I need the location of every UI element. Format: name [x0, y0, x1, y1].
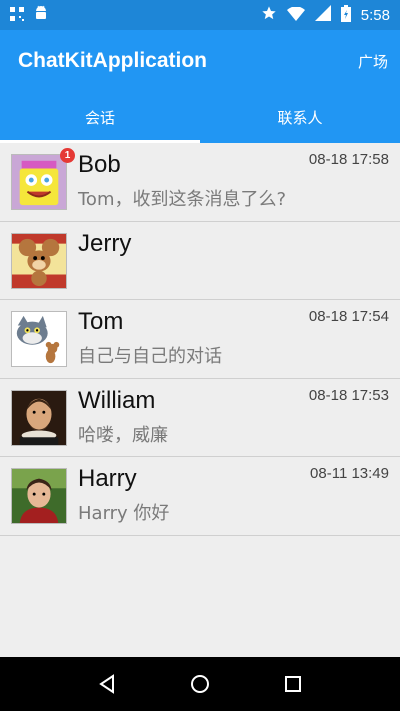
contact-name: Jerry — [78, 229, 132, 257]
qr-icon — [10, 6, 24, 25]
home-button[interactable] — [180, 664, 220, 704]
app-bar: ChatKitApplication 广场 — [0, 30, 400, 92]
contact-name: Bob — [78, 151, 121, 178]
tab-bar: 会话 联系人 — [0, 92, 400, 143]
system-nav-bar — [0, 657, 400, 711]
conversation-row-harry[interactable]: Harry 08-11 13:49 Harry 你好 — [0, 457, 400, 536]
recents-button[interactable] — [273, 664, 313, 704]
message-time: 08-18 17:53 — [308, 386, 389, 404]
unread-badge: 1 — [60, 148, 75, 163]
message-preview: Harry 你好 — [78, 503, 170, 524]
back-button[interactable] — [87, 664, 127, 704]
status-time: 5:58 — [360, 6, 390, 24]
tab-label: 联系人 — [277, 109, 323, 127]
conversation-row-tom[interactable]: Tom 08-18 17:54 自己与自己的对话 — [0, 300, 400, 379]
plaza-button[interactable]: 广场 — [358, 51, 388, 72]
message-preview: 自己与自己的对话 — [78, 346, 222, 367]
battery-icon — [340, 4, 351, 26]
contact-name: William — [78, 386, 156, 414]
star-icon — [261, 5, 277, 25]
recents-icon — [285, 676, 302, 692]
app-title: ChatKitApplication — [18, 49, 207, 72]
message-preview: 哈喽，威廉 — [78, 424, 168, 446]
william-avatar — [11, 389, 67, 446]
contact-name: Harry — [78, 465, 137, 492]
status-bar: 5:58 — [0, 0, 400, 30]
conversation-row-jerry[interactable]: Jerry — [0, 221, 400, 300]
message-preview: Tom，收到这条消息了么? — [78, 189, 287, 210]
tom-avatar — [11, 311, 67, 367]
harry-avatar — [11, 468, 67, 524]
contact-name: Tom — [78, 308, 124, 335]
back-icon — [98, 674, 114, 694]
wifi-icon — [286, 5, 305, 25]
spongebob-avatar — [11, 154, 67, 210]
android-icon — [34, 5, 48, 25]
message-time: 08-18 17:58 — [308, 151, 389, 168]
message-time: 08-18 17:54 — [308, 308, 389, 325]
conversation-list: 1 Bob 08-18 17:58 Tom，收到这条消息了么? Jerry To… — [0, 143, 400, 536]
conversation-row-william[interactable]: William 08-18 17:53 哈喽，威廉 — [0, 378, 400, 457]
signal-icon — [314, 5, 331, 25]
home-icon — [190, 675, 209, 693]
tab-label: 会话 — [84, 109, 115, 127]
tab-conversations[interactable]: 会话 — [0, 92, 200, 143]
message-time: 08-11 13:49 — [310, 465, 389, 482]
conversation-row-bob[interactable]: 1 Bob 08-18 17:58 Tom，收到这条消息了么? — [0, 143, 400, 222]
tab-contacts[interactable]: 联系人 — [200, 92, 400, 143]
jerry-avatar — [11, 232, 67, 289]
